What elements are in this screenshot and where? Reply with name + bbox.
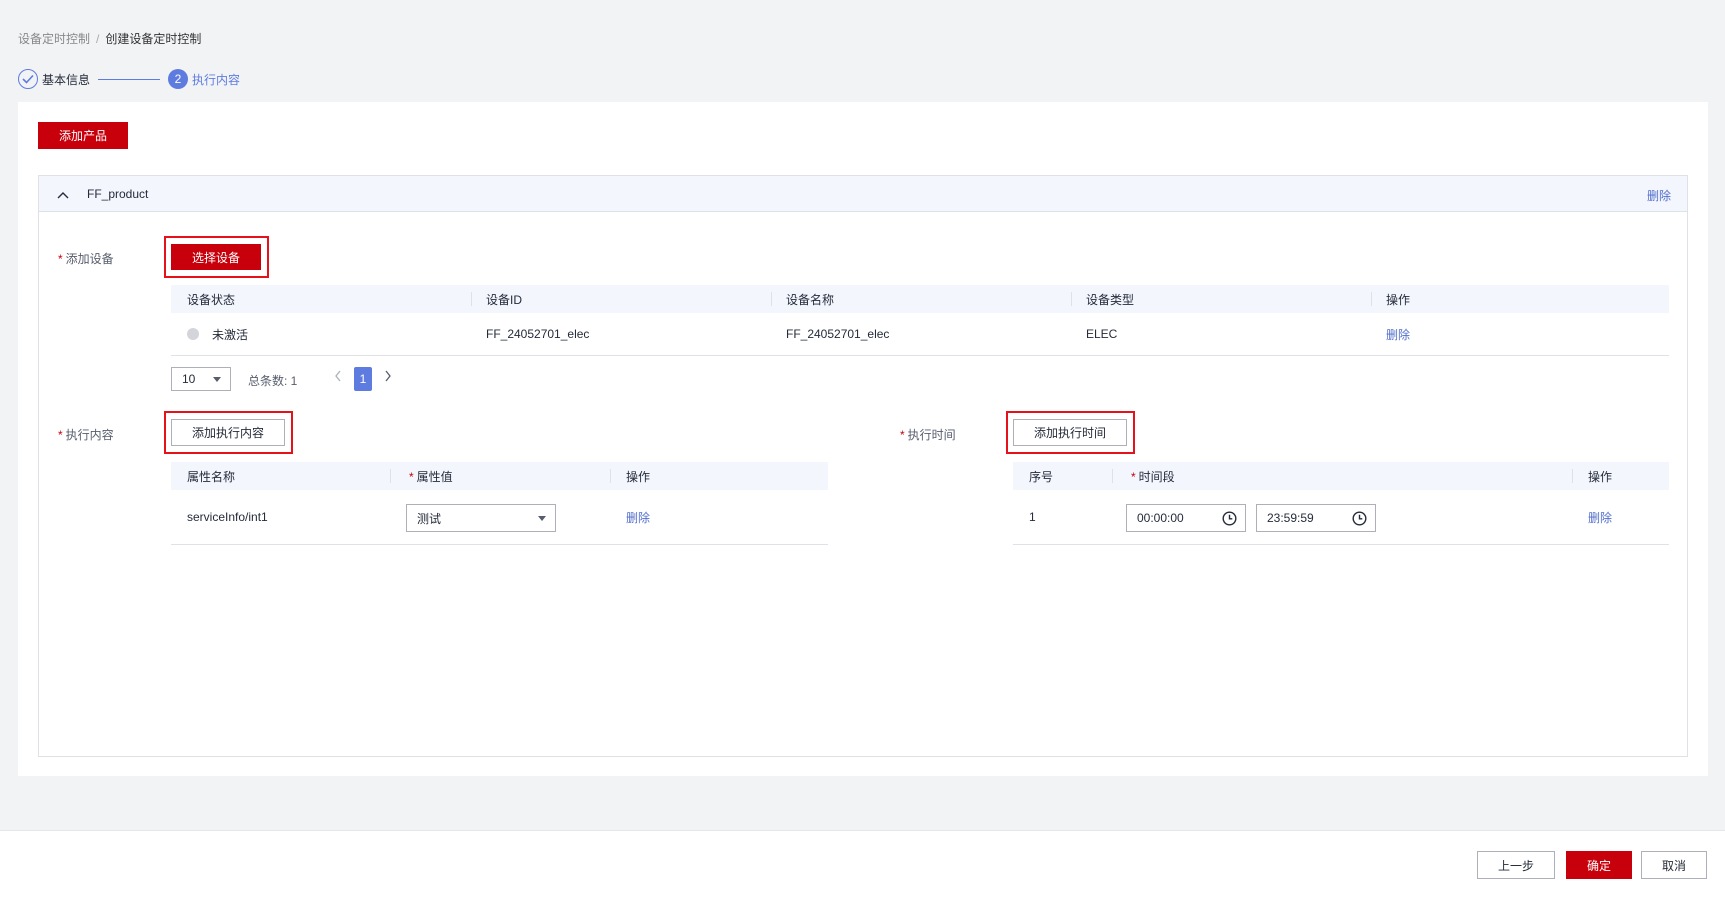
step-basic-info: 基本信息 [42,72,91,87]
device-name: FF_24052701_elec [786,327,890,341]
add-product-button[interactable]: 添加产品 [38,122,128,149]
chevron-left-icon[interactable] [334,370,342,385]
step-exec-content: 执行内容 [192,72,241,87]
chevron-right-icon[interactable] [384,370,392,385]
select-device-button[interactable]: 选择设备 [171,244,261,270]
exec-time-label: * 执行时间 [900,428,956,442]
attr-value: 测试 [417,511,442,526]
col-attr-value: 属性值 [416,469,453,484]
end-time-picker[interactable]: 23:59:59 [1256,504,1376,532]
start-time-picker[interactable]: 00:00:00 [1126,504,1246,532]
exec-time-table-header: 序号 * 时间段 操作 [1013,462,1669,490]
check-icon [18,69,38,89]
col-index: 序号 [1029,469,1054,484]
delete-exec-time-link[interactable]: 删除 [1573,509,1669,526]
col-device-status: 设备状态 [187,292,236,307]
attr-value-select[interactable]: 测试 [406,504,556,532]
prev-step-button[interactable]: 上一步 [1477,851,1555,879]
attr-name: serviceInfo/int1 [187,510,268,524]
add-exec-content-button[interactable]: 添加执行内容 [171,419,285,446]
clock-icon [1352,511,1367,529]
chevron-up-icon[interactable] [57,188,69,202]
col-exec-action: 操作 [626,469,651,484]
exec-content-label: * 执行内容 [58,428,114,442]
delete-device-link[interactable]: 删除 [1372,326,1669,343]
time-index: 1 [1029,510,1036,524]
add-device-label: * 添加设备 [58,252,114,266]
breadcrumb-parent[interactable]: 设备定时控制 [18,32,90,46]
confirm-button[interactable]: 确定 [1566,851,1632,879]
page-size-select[interactable]: 10 [171,367,231,391]
total-count: 总条数: 1 [248,374,298,388]
col-device-name: 设备名称 [786,292,835,307]
page-1-button[interactable]: 1 [354,367,372,391]
page-size-value: 10 [182,372,196,386]
col-time-range: 时间段 [1138,469,1175,484]
col-attr-name: 属性名称 [187,469,236,484]
breadcrumb: 设备定时控制 / 创建设备定时控制 [18,30,201,47]
cancel-button[interactable]: 取消 [1641,851,1707,879]
breadcrumb-current: 创建设备定时控制 [105,32,202,46]
product-panel-header[interactable]: FF_product 删除 [39,176,1687,212]
step-connector [98,78,161,80]
device-table-header: 设备状态 设备ID 设备名称 设备类型 操作 [171,285,1669,313]
breadcrumb-separator: / [96,32,100,46]
col-time-action: 操作 [1588,469,1613,484]
delete-exec-content-link[interactable]: 删除 [611,509,828,526]
device-id: FF_24052701_elec [486,327,590,341]
start-time-value: 00:00:00 [1137,511,1184,525]
step-number-badge: 2 [168,69,189,89]
col-device-action: 操作 [1386,292,1411,307]
end-time-value: 23:59:59 [1267,511,1314,525]
device-status: 未激活 [212,327,249,342]
exec-content-table-header: 属性名称 * 属性值 操作 [171,462,828,490]
step-indicator: 基本信息 2 执行内容 [18,69,240,89]
add-exec-time-button[interactable]: 添加执行时间 [1013,419,1127,446]
product-name: FF_product [87,187,149,201]
caret-down-icon [213,377,221,382]
device-type: ELEC [1086,327,1118,341]
clock-icon [1222,511,1237,529]
caret-down-icon [538,516,546,521]
col-device-id: 设备ID [486,292,523,307]
footer-bar: 上一步 确定 取消 [0,830,1725,898]
table-row: 未激活 FF_24052701_elec FF_24052701_elec EL… [171,313,1669,356]
delete-product-link[interactable]: 删除 [1647,187,1671,204]
status-dot-icon [187,328,199,340]
col-device-type: 设备类型 [1086,292,1135,307]
